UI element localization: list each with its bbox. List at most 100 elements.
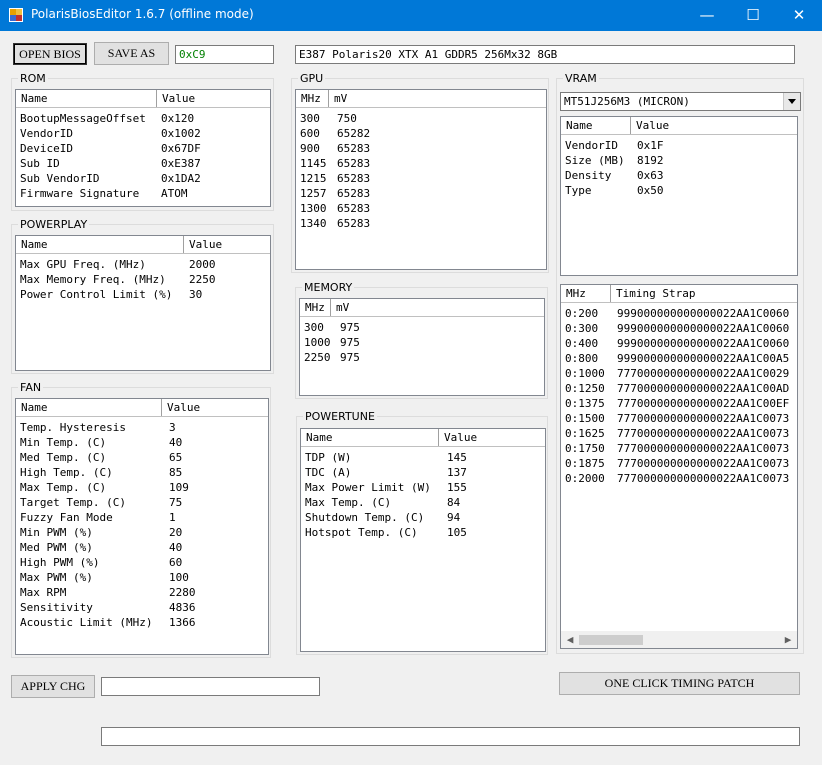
- table-row[interactable]: Fuzzy Fan Mode 1: [16, 510, 268, 525]
- table-row[interactable]: Shutdown Temp. (C) 94: [301, 510, 545, 525]
- column-header-mv[interactable]: mV: [329, 90, 546, 107]
- table-row[interactable]: Size (MB) 8192: [561, 153, 797, 168]
- table-row[interactable]: 0:300 999000000000000022AA1C0060: [561, 321, 797, 336]
- table-row[interactable]: 0:800 999000000000000022AA1C00A5: [561, 351, 797, 366]
- open-bios-button[interactable]: OPEN BIOS: [13, 43, 87, 65]
- column-header-mhz[interactable]: MHz: [561, 285, 611, 302]
- table-row[interactable]: BootupMessageOffset 0x120: [16, 111, 270, 126]
- table-row[interactable]: VendorID 0x1F: [561, 138, 797, 153]
- timing-strap-list[interactable]: MHz Timing Strap 0:200 999000000000000022…: [560, 284, 798, 649]
- scrollbar-thumb[interactable]: [579, 635, 643, 645]
- maximize-button[interactable]: ☐: [730, 0, 776, 31]
- horizontal-scrollbar[interactable]: ◀ ▶: [561, 631, 797, 648]
- column-header-name[interactable]: Name: [16, 399, 162, 416]
- row-mv: 975: [340, 336, 360, 349]
- table-row[interactable]: 0:1625 777000000000000022AA1C0073: [561, 426, 797, 441]
- table-row[interactable]: Type 0x50: [561, 183, 797, 198]
- table-row[interactable]: 0:1875 777000000000000022AA1C0073: [561, 456, 797, 471]
- table-row[interactable]: VendorID 0x1002: [16, 126, 270, 141]
- table-row[interactable]: 1257 65283: [296, 186, 546, 201]
- table-row[interactable]: 0:200 999000000000000022AA1C0060: [561, 306, 797, 321]
- table-row[interactable]: 1145 65283: [296, 156, 546, 171]
- apply-text-field[interactable]: [101, 677, 320, 696]
- table-row[interactable]: Max GPU Freq. (MHz) 2000: [16, 257, 270, 272]
- column-header-timing-strap[interactable]: Timing Strap: [611, 285, 797, 302]
- table-row[interactable]: 0:1250 777000000000000022AA1C00AD: [561, 381, 797, 396]
- table-row[interactable]: Med Temp. (C) 65: [16, 450, 268, 465]
- apply-changes-button[interactable]: APPLY CHG: [11, 675, 95, 698]
- column-header-name[interactable]: Name: [16, 90, 157, 107]
- memory-list[interactable]: MHz mV 300 975 1000 975 2250 975: [299, 298, 545, 396]
- table-row[interactable]: TDP (W) 145: [301, 450, 545, 465]
- table-row[interactable]: 0:1500 777000000000000022AA1C0073: [561, 411, 797, 426]
- table-row[interactable]: Target Temp. (C) 75: [16, 495, 268, 510]
- column-header-value[interactable]: Value: [631, 117, 797, 134]
- column-header-mhz[interactable]: MHz: [296, 90, 329, 107]
- table-row[interactable]: Temp. Hysteresis 3: [16, 420, 268, 435]
- gpu-list[interactable]: MHz mV 300 750 600 65282 900 65283 1145 6528…: [295, 89, 547, 270]
- table-row[interactable]: 600 65282: [296, 126, 546, 141]
- vram-select[interactable]: MT51J256M3 (MICRON): [560, 92, 801, 111]
- column-header-mv[interactable]: mV: [331, 299, 544, 316]
- table-row[interactable]: Med PWM (%) 40: [16, 540, 268, 555]
- column-header-value[interactable]: Value: [157, 90, 270, 107]
- row-name: Target Temp. (C): [20, 496, 126, 509]
- table-row[interactable]: Sub ID 0xE387: [16, 156, 270, 171]
- one-click-timing-patch-button[interactable]: ONE CLICK TIMING PATCH: [559, 672, 800, 695]
- table-row[interactable]: 1340 65283: [296, 216, 546, 231]
- table-row[interactable]: Sub VendorID 0x1DA2: [16, 171, 270, 186]
- rom-list[interactable]: Name Value BootupMessageOffset 0x120 Vend…: [15, 89, 271, 207]
- powerplay-group: POWERPLAY Name Value Max GPU Freq. (MHz)…: [11, 218, 274, 374]
- powertune-list[interactable]: Name Value TDP (W) 145 TDC (A) 137 Max Pow…: [300, 428, 546, 652]
- table-row[interactable]: 300 975: [300, 320, 544, 335]
- column-header-value[interactable]: Value: [184, 236, 270, 253]
- table-row[interactable]: Hotspot Temp. (C) 105: [301, 525, 545, 540]
- fan-list[interactable]: Name Value Temp. Hysteresis 3 Min Temp. (…: [15, 398, 269, 655]
- table-row[interactable]: Max Power Limit (W) 155: [301, 480, 545, 495]
- column-header-value[interactable]: Value: [439, 429, 545, 446]
- vram-info-list[interactable]: Name Value VendorID 0x1F Size (MB) 8192 De…: [560, 116, 798, 276]
- minimize-button[interactable]: —: [684, 0, 730, 31]
- powerplay-list[interactable]: Name Value Max GPU Freq. (MHz) 2000 Max M…: [15, 235, 271, 371]
- close-button[interactable]: ✕: [776, 0, 822, 31]
- table-row[interactable]: Min Temp. (C) 40: [16, 435, 268, 450]
- table-row[interactable]: 0:1375 777000000000000022AA1C00EF: [561, 396, 797, 411]
- table-row[interactable]: 1215 65283: [296, 171, 546, 186]
- table-row[interactable]: 0:2000 777000000000000022AA1C0073: [561, 471, 797, 486]
- table-row[interactable]: TDC (A) 137: [301, 465, 545, 480]
- table-row[interactable]: 900 65283: [296, 141, 546, 156]
- scroll-left-icon[interactable]: ◀: [564, 634, 576, 646]
- table-row[interactable]: Power Control Limit (%) 30: [16, 287, 270, 302]
- table-row[interactable]: 0:1000 777000000000000022AA1C0029: [561, 366, 797, 381]
- save-as-button[interactable]: SAVE AS: [94, 42, 169, 65]
- table-row[interactable]: DeviceID 0x67DF: [16, 141, 270, 156]
- table-row[interactable]: 2250 975: [300, 350, 544, 365]
- table-row[interactable]: Acoustic Limit (MHz) 1366: [16, 615, 268, 630]
- column-header-name[interactable]: Name: [301, 429, 439, 446]
- chevron-down-icon[interactable]: [783, 93, 800, 110]
- table-row[interactable]: High PWM (%) 60: [16, 555, 268, 570]
- table-row[interactable]: 1300 65283: [296, 201, 546, 216]
- scroll-right-icon[interactable]: ▶: [782, 634, 794, 646]
- table-row[interactable]: 0:1750 777000000000000022AA1C0073: [561, 441, 797, 456]
- column-header-value[interactable]: Value: [162, 399, 268, 416]
- table-row[interactable]: 300 750: [296, 111, 546, 126]
- column-header-mhz[interactable]: MHz: [300, 299, 331, 316]
- table-row[interactable]: Max Temp. (C) 84: [301, 495, 545, 510]
- table-row[interactable]: High Temp. (C) 85: [16, 465, 268, 480]
- checksum-field[interactable]: 0xC9: [175, 45, 274, 64]
- table-row[interactable]: Max RPM 2280: [16, 585, 268, 600]
- table-row[interactable]: Min PWM (%) 20: [16, 525, 268, 540]
- table-row[interactable]: 1000 975: [300, 335, 544, 350]
- column-header-name[interactable]: Name: [16, 236, 184, 253]
- bios-info-field[interactable]: E387 Polaris20 XTX A1 GDDR5 256Mx32 8GB: [295, 45, 795, 64]
- table-row[interactable]: 0:400 999000000000000022AA1C0060: [561, 336, 797, 351]
- column-header-name[interactable]: Name: [561, 117, 631, 134]
- table-row[interactable]: Max Temp. (C) 109: [16, 480, 268, 495]
- table-row[interactable]: Firmware Signature ATOM: [16, 186, 270, 201]
- row-mhz: 900: [300, 142, 320, 155]
- table-row[interactable]: Sensitivity 4836: [16, 600, 268, 615]
- table-row[interactable]: Max PWM (%) 100: [16, 570, 268, 585]
- table-row[interactable]: Density 0x63: [561, 168, 797, 183]
- table-row[interactable]: Max Memory Freq. (MHz) 2250: [16, 272, 270, 287]
